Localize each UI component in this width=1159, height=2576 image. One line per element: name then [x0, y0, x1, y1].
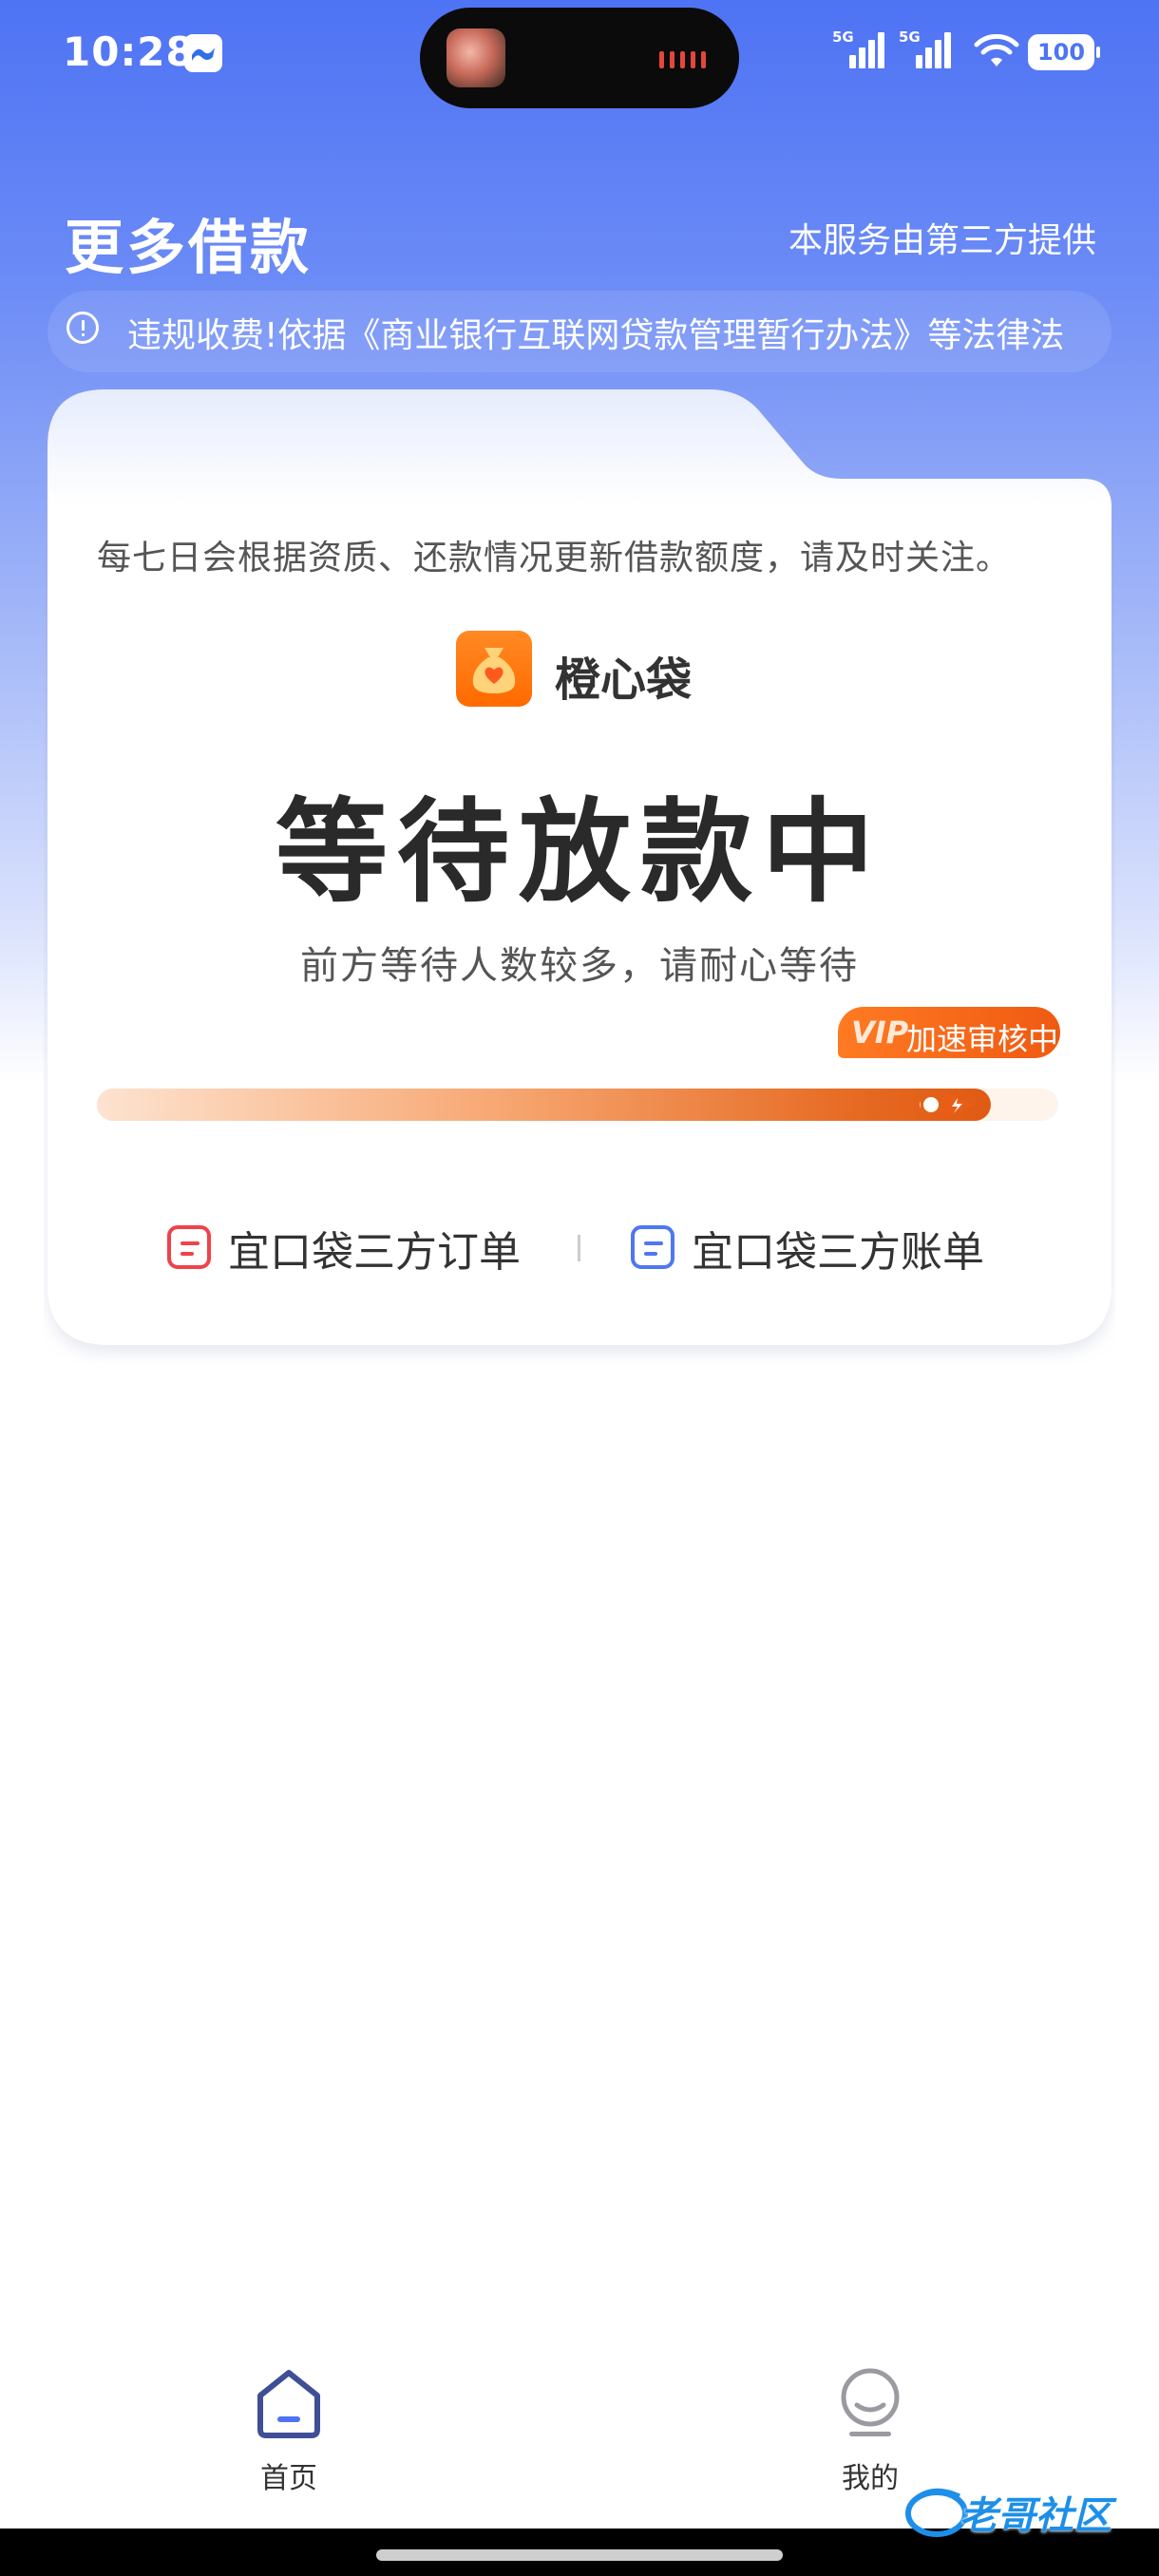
status-time: 10:28 [63, 28, 195, 75]
notice-bar[interactable]: 违规收费!依据《商业银行互联网贷款管理暂行办法》等法律法 [48, 291, 1112, 372]
watermark-logo: 老哥社区 [902, 2479, 1150, 2546]
media-thumbnail [446, 28, 505, 87]
tab-home[interactable]: 首页 [213, 2346, 365, 2498]
home-indicator[interactable] [376, 2549, 783, 2561]
dynamic-island [420, 8, 739, 108]
wifi-icon [974, 34, 1019, 66]
vip-tag: VIP [851, 1014, 909, 1051]
signal-label: 5G [899, 28, 921, 46]
link-divider [578, 1235, 580, 1261]
vip-review-badge: VIP 加速审核中 [838, 1007, 1060, 1058]
loan-status-title: 等待放款中 [275, 786, 884, 918]
audio-bars-icon [659, 51, 712, 72]
vip-label: 加速审核中 [906, 1021, 1059, 1057]
notification-app-icon [184, 34, 222, 72]
brand-name: 橙心袋 [555, 653, 693, 707]
bill-link-label: 宜口袋三方账单 [692, 1228, 984, 1277]
home-icon [257, 2370, 320, 2438]
signal-5g-icon: 5G [832, 28, 889, 68]
battery-level: 100 [1036, 39, 1086, 66]
review-progress-bar [97, 1089, 1058, 1121]
signal-label: 5G [832, 28, 854, 46]
tab-mine[interactable]: 我的 [794, 2346, 946, 2498]
quota-info-text: 每七日会根据资质、还款情况更新借款额度，请及时关注。 [97, 539, 1012, 578]
money-bag-icon [472, 648, 516, 693]
notice-text: 违规收费!依据《商业银行互联网贷款管理暂行办法》等法律法 [127, 316, 1065, 355]
profile-icon [841, 2368, 900, 2436]
third-party-links: 宜口袋三方订单 宜口袋三方账单 [48, 1214, 1112, 1280]
page-title: 更多借款 [65, 213, 313, 282]
review-progress-fill [97, 1089, 992, 1121]
order-link-label: 宜口袋三方订单 [228, 1228, 521, 1277]
tab-home-label: 首页 [260, 2462, 317, 2495]
signal-5g-icon: 5G [899, 28, 956, 68]
brand-logo [456, 631, 532, 707]
provider-note: 本服务由第三方提供 [788, 221, 1096, 260]
battery-icon: 100 [1028, 34, 1100, 70]
info-circle-icon [66, 312, 99, 344]
order-icon [167, 1225, 211, 1269]
watermark-text: 老哥社区 [960, 2494, 1112, 2538]
status-bar: 10:28 5G 5G 100 [0, 0, 1159, 109]
bill-icon [631, 1225, 674, 1269]
loan-status-subtitle: 前方等待人数较多，请耐心等待 [300, 944, 859, 988]
loan-card: 每七日会根据资质、还款情况更新借款额度，请及时关注。 橙心袋 等待放款中 前方等… [48, 386, 1112, 1354]
rocket-progress-icon [920, 1090, 975, 1119]
